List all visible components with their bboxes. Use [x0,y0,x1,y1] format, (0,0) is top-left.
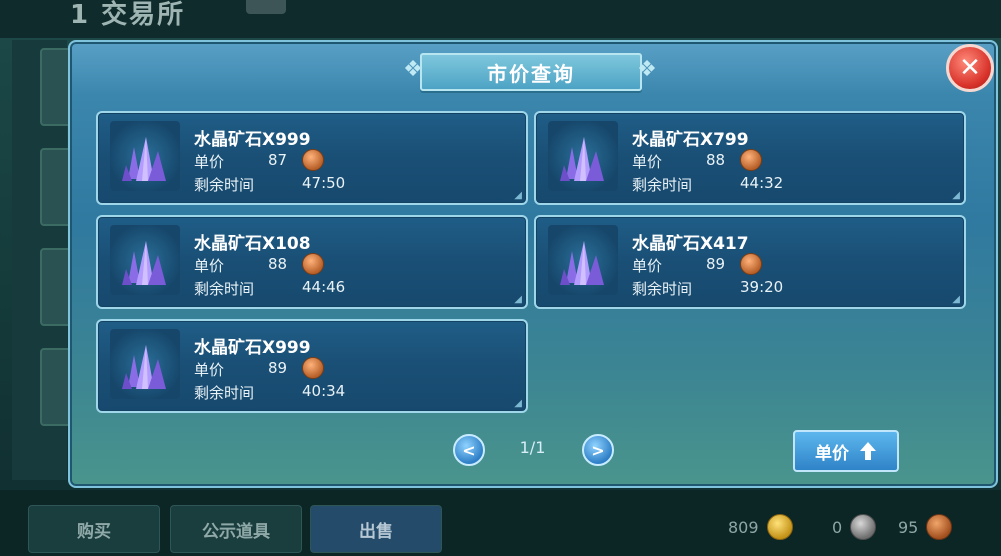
unit-price: 87 [268,151,288,169]
item-name: 水晶矿石X999 [194,338,311,358]
remaining-time: 44:32 [740,174,784,192]
silver-coin-icon [850,514,877,540]
crystal-ore-icon [110,329,180,399]
tab-sell[interactable]: 出售 [310,505,442,553]
time-label: 剩余时间 [632,176,693,194]
bronze-coin-icon [302,253,324,275]
listing-card[interactable]: 水晶矿石X417 单价 89 剩余时间 39:20 ◢ [534,215,966,309]
currency-amount: 0 [832,517,843,537]
tab-public-items[interactable]: 公示道具 [170,505,302,553]
background-title: 1 交易所 [70,0,186,30]
price-label: 单价 [632,257,663,275]
close-button[interactable]: ✕ [946,44,994,92]
price-label: 单价 [194,257,225,275]
arrow-up-icon [860,442,876,460]
time-label: 剩余时间 [194,280,255,298]
bronze-coin-icon [740,253,762,275]
crystal-ore-icon [548,121,618,191]
item-name: 水晶矿石X799 [632,130,749,150]
currency-bronze: 95 [898,512,953,542]
sort-by-price-button[interactable]: 单价 [793,430,899,472]
remaining-time: 47:50 [302,174,346,192]
dialog-title: 市价查询 [420,53,642,91]
remaining-time: 39:20 [740,278,784,296]
gold-coin-icon [766,514,793,540]
bronze-coin-icon [740,149,762,171]
crystal-ore-icon [110,121,180,191]
item-name: 水晶矿石X999 [194,130,311,150]
background-header: 1 交易所 [0,0,1001,38]
header-chip [246,0,286,14]
corner-mark-icon: ◢ [514,398,522,409]
chevron-left-icon: < [462,440,476,460]
currency-silver: 0 [832,512,877,542]
crystal-ore-icon [110,225,180,295]
remaining-time: 44:46 [302,278,346,296]
currency-gold: 809 [728,512,793,542]
listing-card[interactable]: 水晶矿石X799 单价 88 剩余时间 44:32 ◢ [534,111,966,205]
listing-card[interactable]: 水晶矿石X999 单价 89 剩余时间 40:34 ◢ [96,319,528,413]
corner-mark-icon: ◢ [952,190,960,201]
remaining-time: 40:34 [302,382,346,400]
unit-price: 89 [706,255,726,273]
page-indicator: 1/1 [519,438,546,457]
item-name: 水晶矿石X417 [632,234,749,254]
unit-price: 88 [268,255,288,273]
corner-mark-icon: ◢ [952,294,960,305]
chevron-right-icon: > [591,440,605,460]
price-label: 单价 [632,153,663,171]
corner-mark-icon: ◢ [514,190,522,201]
crystal-ore-icon [548,225,618,295]
unit-price: 89 [268,359,288,377]
bronze-coin-icon [302,357,324,379]
ornament-right-icon: ❖ [637,57,657,82]
listing-card[interactable]: 水晶矿石X999 单价 87 剩余时间 47:50 ◢ [96,111,528,205]
sort-button-label: 单价 [815,443,849,464]
unit-price: 88 [706,151,726,169]
prev-page-button[interactable]: < [453,434,485,466]
close-icon: ✕ [959,53,981,83]
price-label: 单价 [194,361,225,379]
currency-amount: 95 [898,517,919,537]
time-label: 剩余时间 [632,280,693,298]
time-label: 剩余时间 [194,176,255,194]
currency-amount: 809 [728,517,759,537]
tab-buy[interactable]: 购买 [28,505,160,553]
corner-mark-icon: ◢ [514,294,522,305]
price-label: 单价 [194,153,225,171]
listing-card[interactable]: 水晶矿石X108 单价 88 剩余时间 44:46 ◢ [96,215,528,309]
next-page-button[interactable]: > [582,434,614,466]
item-name: 水晶矿石X108 [194,234,311,254]
bronze-coin-icon [926,514,953,540]
bronze-coin-icon [302,149,324,171]
time-label: 剩余时间 [194,384,255,402]
